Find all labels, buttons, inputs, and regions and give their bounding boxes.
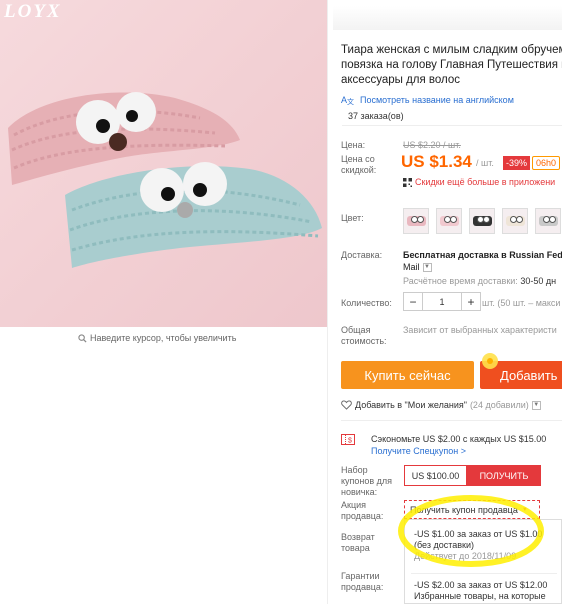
brand-logo: LOYX [4,1,62,22]
highlight-annotation [398,495,544,567]
zoom-hint: Наведите курсор, чтобы увеличить [78,333,236,343]
discount-label-line-2: скидкой: [341,165,377,175]
guarantee-label: Гарантии продавца: [341,571,383,593]
old-price: US $2.20 / шт. [403,140,461,150]
shipping-eta-label: Расчётное время доставки: [403,276,518,286]
color-label: Цвет: [341,213,364,223]
magnifier-icon [78,333,87,343]
title-line-2: повязка на голову Главная Путешествия м [341,59,562,71]
discount-badge: -39% [503,156,531,170]
coupon-icon: $ [341,434,355,445]
app-discount-text[interactable]: Скидки ещё больше в приложени [415,177,555,187]
color-swatch-black[interactable] [469,208,495,234]
color-swatch-pink[interactable] [403,208,429,234]
product-title: Тиара женская с милым сладким обручем по… [341,43,562,88]
special-coupon-link[interactable]: Получите Спецкупон > [371,446,466,456]
total-label-line-2: стоимость: [341,336,387,346]
return-label-line-2: товара [341,543,370,553]
headband-illustration [8,92,322,268]
total-label: Общая стоимость: [341,325,387,347]
return-label-line-1: Возврат [341,532,375,542]
newbie-label-line-2: купонов для [341,476,393,486]
newbie-label-line-3: новичка: [341,487,378,497]
total-note: Зависит от выбранных характеристи [403,325,557,335]
qr-code-icon [403,177,412,187]
seller-label-line-1: Акция [341,500,366,510]
shipping-eta-value: 30-50 дн [520,276,557,286]
newbie-coupon-value: US $100.00 [404,465,467,486]
color-swatch-gray[interactable] [535,208,561,234]
chevron-down-icon[interactable]: ▼ [422,262,432,272]
title-line-1: Тиара женская с милым сладким обручем [341,44,562,56]
orders-count: 37 заказа(ов) [348,111,404,121]
countdown-timer: 06h0 [532,156,561,170]
divider [342,125,562,126]
color-swatches [403,208,561,234]
chevron-down-icon[interactable]: ▼ [531,400,541,410]
zoom-hint-text: Наведите курсор, чтобы увеличить [90,333,237,343]
discount-label-line-1: Цена со [341,154,375,164]
newbie-coupon: US $100.00 ПОЛУЧИТЬ [404,465,541,486]
quantity-note: шт. (50 шт. – макси [482,298,561,308]
quantity-stepper: − 1 + [403,292,481,311]
column-divider [327,0,328,604]
price-label: Цена: [341,140,366,150]
guarantee-label-line-2: продавца: [341,582,384,592]
wishlist-count: (24 добавили) [469,400,529,410]
header-strip [333,6,562,30]
svg-text:文: 文 [347,97,354,105]
shipping-carrier-text[interactable]: Mail [403,262,420,272]
offer-2-line-1: -US $2.00 за заказ от US $12.00 [414,580,548,590]
translate-link[interactable]: A文 Посмотреть название на английском [341,94,514,106]
app-discount[interactable]: Скидки ещё больше в приложени [403,177,555,187]
cursor-highlight-icon [482,353,498,369]
wishlist-text[interactable]: Добавить в "Мои желания" [355,400,467,410]
offer-2[interactable]: -US $2.00 за заказ от US $12.00 Избранны… [414,580,547,602]
heart-icon[interactable] [341,400,352,410]
shipping-carrier[interactable]: Mail ▼ [403,262,432,272]
quantity-input[interactable]: 1 [422,293,462,310]
buy-now-button[interactable]: Купить сейчас [341,361,474,389]
wishlist-link[interactable]: Добавить в "Мои желания" (24 добавили) ▼ [341,400,541,410]
product-image[interactable] [0,0,327,327]
quantity-minus-button[interactable]: − [404,293,422,310]
shipping-eta: Расчётное время доставки: 30-50 дн [403,276,556,286]
divider [411,573,557,574]
discount-price-label: Цена со скидкой: [341,154,376,176]
per-unit: / шт. [476,158,494,168]
color-swatch-cream[interactable] [502,208,528,234]
get-coupon-button[interactable]: ПОЛУЧИТЬ [467,465,541,486]
translate-icon: A文 [341,95,354,105]
translate-link-text[interactable]: Посмотреть название на английском [360,95,514,105]
title-line-3: аксессуары для волос [341,74,461,86]
coupon-save-text: Сэкономьте US $2.00 с каждых US $15.00 [371,434,547,444]
color-swatch-light-pink[interactable] [436,208,462,234]
offer-2-line-2: Избранные товары, на которые [414,591,546,601]
seller-label-line-2: продавца: [341,511,384,521]
newbie-label-line-1: Набор [341,465,368,475]
shipping-method: Бесплатная доставка в Russian Fede [403,250,562,260]
shipping-label: Доставка: [341,250,383,260]
divider [341,420,562,421]
svg-text:$: $ [348,438,352,445]
quantity-label: Количество: [341,298,392,308]
guarantee-label-line-1: Гарантии [341,571,380,581]
newbie-coupon-label: Набор купонов для новичка: [341,465,392,498]
total-label-line-1: Общая [341,325,371,335]
return-label: Возврат товара [341,532,375,554]
quantity-plus-button[interactable]: + [462,293,480,310]
discount-price: US $1.34 [401,152,472,171]
seller-promo-label: Акция продавца: [341,500,383,522]
